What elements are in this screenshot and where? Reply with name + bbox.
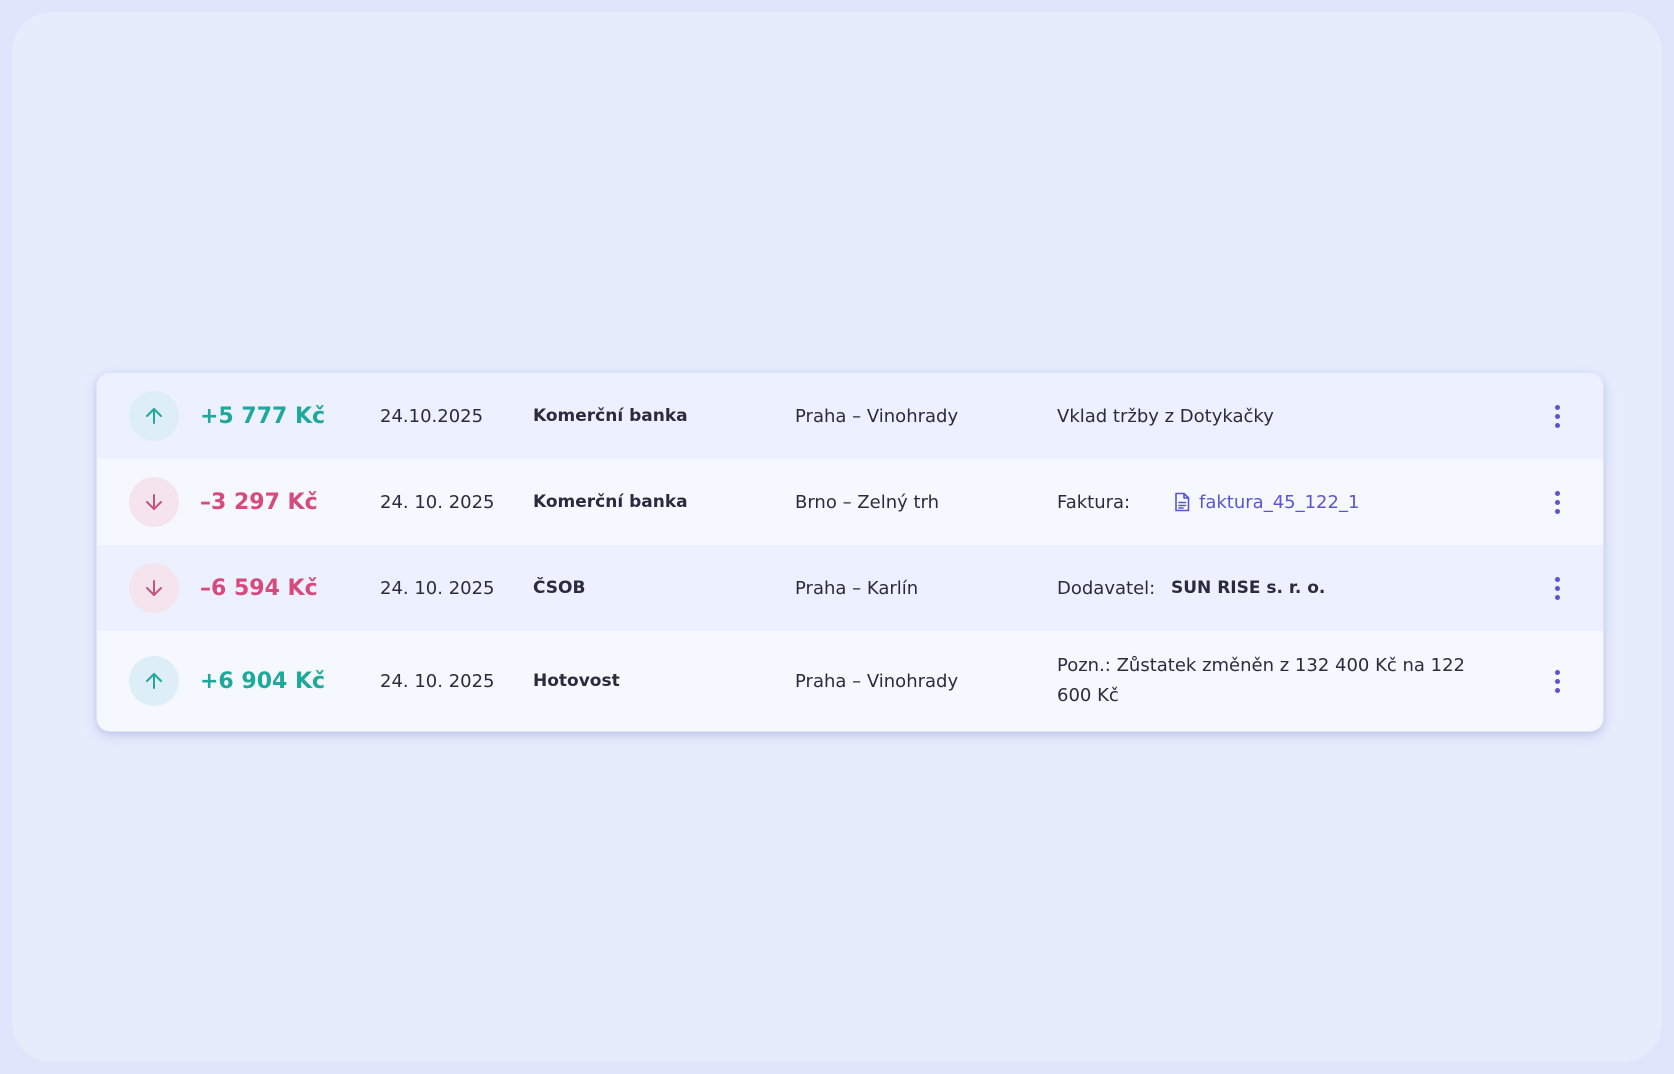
note-label: Dodavatel: [1057,577,1156,599]
transaction-amount: +6 904 Kč [200,668,326,694]
more-options-button[interactable] [1543,661,1571,701]
transaction-date: 24.10.2025 [380,405,484,427]
transaction-date: 24. 10. 2025 [380,491,495,513]
note-label: Faktura: [1057,491,1131,513]
transaction-amount: –3 297 Kč [200,489,318,515]
transaction-branch: Praha – Vinohrady [795,405,959,427]
arrow-up-icon [129,656,179,706]
more-vertical-icon [1554,669,1560,675]
file-icon [1175,492,1190,512]
invoice-file-name: faktura_45_122_1 [1199,491,1360,513]
transaction-branch: Brno – Zelný trh [795,491,940,513]
more-vertical-icon [1554,576,1560,582]
table-row[interactable]: –6 594 Kč 24. 10. 2025 ČSOB Praha – Karl… [97,545,1603,631]
more-options-button[interactable] [1543,482,1571,522]
transaction-bank: Hotovost [533,671,620,691]
transaction-amount: +5 777 Kč [200,403,326,429]
transaction-note: Faktura: faktura_45_122_1 [1057,491,1359,513]
transaction-amount: –6 594 Kč [200,575,318,601]
arrow-up-icon [129,391,179,441]
transaction-branch: Praha – Vinohrady [795,670,959,692]
table-row[interactable]: +5 777 Kč 24.10.2025 Komerční banka Prah… [97,373,1603,459]
arrow-down-icon [129,477,179,527]
table-row[interactable]: –3 297 Kč 24. 10. 2025 Komerční banka Br… [97,459,1603,545]
transaction-note: Pozn.: Zůstatek změněn z 132 400 Kč na 1… [1057,655,1466,706]
more-options-button[interactable] [1543,568,1571,608]
transaction-bank: ČSOB [533,578,586,598]
supplier-name: SUN RISE s. r. o. [1171,578,1326,598]
more-options-button[interactable] [1543,396,1571,436]
more-vertical-icon [1554,490,1560,496]
transaction-note: Dodavatel: SUN RISE s. r. o. [1057,577,1325,599]
invoice-file-link[interactable]: faktura_45_122_1 [1173,492,1359,513]
app-frame: +5 777 Kč 24.10.2025 Komerční banka Prah… [12,12,1662,1062]
transaction-note: Vklad tržby z Dotykačky [1057,405,1274,427]
table-row[interactable]: +6 904 Kč 24. 10. 2025 Hotovost Praha – … [97,631,1603,731]
transaction-date: 24. 10. 2025 [380,670,495,692]
arrow-down-icon [129,563,179,613]
transaction-branch: Praha – Karlín [795,577,919,599]
transactions-table: +5 777 Kč 24.10.2025 Komerční banka Prah… [96,372,1604,732]
transaction-bank: Komerční banka [533,492,688,512]
more-vertical-icon [1554,404,1560,410]
transaction-bank: Komerční banka [533,406,688,426]
transaction-date: 24. 10. 2025 [380,577,495,599]
